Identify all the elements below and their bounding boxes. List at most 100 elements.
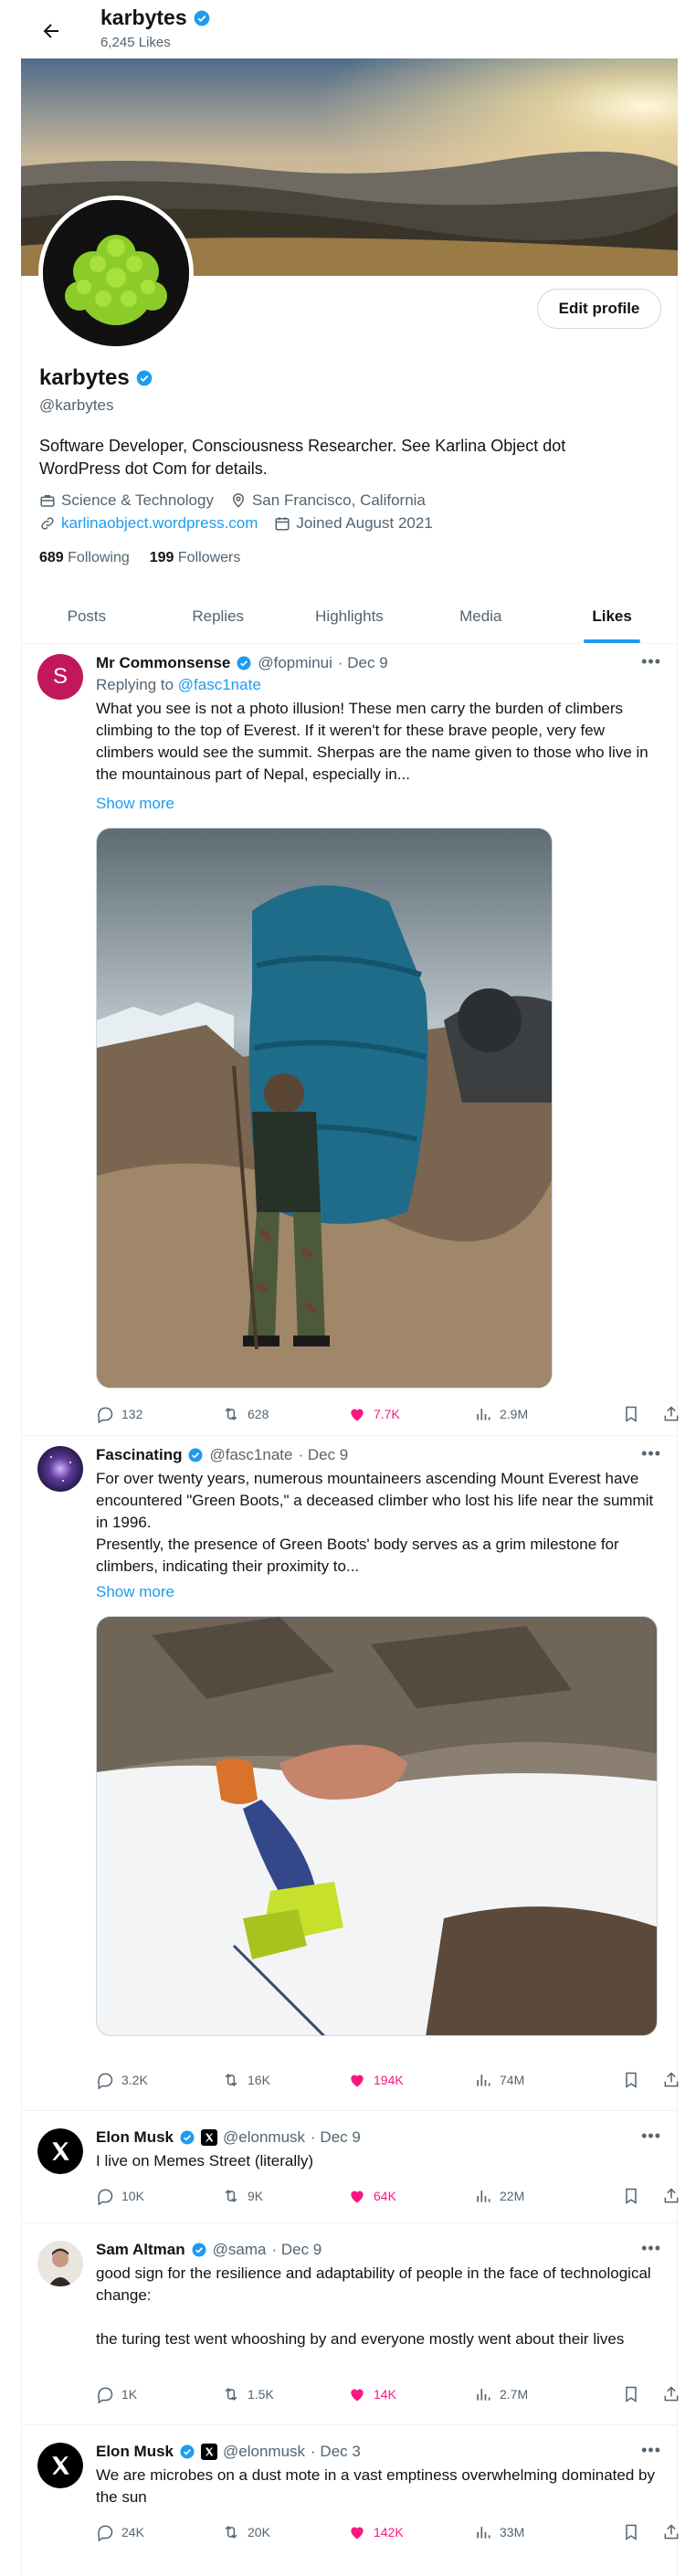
views-button[interactable]: 22M	[474, 2187, 524, 2205]
tweet-author-handle[interactable]: @fopminui	[258, 654, 332, 672]
back-button[interactable]	[35, 15, 68, 48]
tweet-image[interactable]	[96, 1616, 658, 2036]
share-button[interactable]	[662, 2385, 680, 2403]
share-button[interactable]	[662, 2187, 680, 2205]
tab-replies[interactable]: Replies	[153, 589, 284, 643]
tab-likes[interactable]: Likes	[546, 589, 678, 643]
tab-highlights[interactable]: Highlights	[284, 589, 416, 643]
verified-badge-icon	[180, 2444, 195, 2459]
bookmark-button[interactable]	[622, 2523, 640, 2541]
reply-button[interactable]: 3.2K	[96, 2071, 148, 2089]
tab-posts[interactable]: Posts	[21, 589, 153, 643]
more-options-icon[interactable]: •••	[641, 2441, 661, 2460]
views-button[interactable]: 2.7M	[474, 2385, 528, 2403]
tweet-author-name[interactable]: Elon Musk	[96, 2443, 174, 2461]
tweet-author-name[interactable]: Mr Commonsense	[96, 654, 230, 672]
reply-count: 1K	[121, 2387, 138, 2402]
x-affiliate-badge-icon	[201, 2129, 218, 2146]
repost-button[interactable]: 9K	[222, 2187, 263, 2205]
header-name: karbytes	[100, 5, 187, 29]
tweet-actions: 10K 9K 64K 22M	[96, 2187, 680, 2209]
more-options-icon[interactable]: •••	[641, 652, 661, 671]
more-options-icon[interactable]: •••	[641, 2239, 661, 2258]
share-button[interactable]	[662, 2071, 680, 2089]
tweet[interactable]: Elon Musk @elonmusk · Dec 9 ••• I live o…	[21, 2112, 680, 2223]
repost-button[interactable]: 16K	[222, 2071, 270, 2089]
tweet[interactable]: Elon Musk @elonmusk · Dec 3 ••• We are m…	[21, 2426, 680, 2576]
x-logo-icon	[37, 2443, 83, 2488]
tweet-date[interactable]: · Dec 9	[311, 2128, 361, 2147]
repost-count: 1.5K	[248, 2387, 274, 2402]
more-options-icon[interactable]: •••	[641, 1444, 661, 1463]
tweet-image[interactable]	[96, 828, 553, 1388]
bookmark-button[interactable]	[622, 2187, 640, 2205]
profile-category-text: Science & Technology	[61, 491, 214, 509]
reply-count: 132	[121, 1407, 143, 1421]
like-button[interactable]: 64K	[348, 2187, 396, 2205]
tweet-date[interactable]: · Dec 9	[271, 2241, 321, 2259]
views-button[interactable]: 2.9M	[474, 1405, 528, 1423]
share-button[interactable]	[662, 2523, 680, 2541]
following-link[interactable]: 689 Following	[39, 550, 130, 566]
profile-avatar[interactable]	[38, 195, 194, 351]
tweet-author-handle[interactable]: @fasc1nate	[209, 1446, 292, 1464]
tab-media[interactable]: Media	[415, 589, 546, 643]
profile-name-text: karbytes	[39, 365, 130, 390]
reply-button[interactable]: 132	[96, 1405, 142, 1423]
tweet-author-handle[interactable]: @elonmusk	[223, 2443, 305, 2461]
like-button[interactable]: 14K	[348, 2385, 396, 2403]
followers-count: 199	[149, 550, 174, 565]
tweet[interactable]: S Mr Commonsense @fopminui · Dec 9 ••• R…	[21, 645, 680, 1436]
like-button[interactable]: 7.7K	[348, 1405, 400, 1423]
reply-button[interactable]: 1K	[96, 2385, 137, 2403]
repost-button[interactable]: 1.5K	[222, 2385, 274, 2403]
like-count: 142K	[374, 2525, 404, 2539]
verified-badge-icon	[136, 370, 153, 386]
like-count: 194K	[374, 2073, 404, 2087]
following-label: Following	[68, 550, 130, 565]
tweet-author-name[interactable]: Fascinating	[96, 1446, 182, 1464]
more-options-icon[interactable]: •••	[641, 2127, 661, 2146]
followers-label: Followers	[177, 550, 241, 565]
tweet-avatar[interactable]: S	[37, 654, 83, 700]
repost-button[interactable]: 628	[222, 1405, 269, 1423]
tweet-author-handle[interactable]: @sama	[213, 2241, 267, 2259]
views-chart-icon	[477, 2527, 490, 2539]
profile-joined: Joined August 2021	[274, 514, 433, 533]
tweet[interactable]: Sam Altman @sama · Dec 9 ••• good sign f…	[21, 2224, 680, 2425]
share-icon	[664, 2386, 679, 2402]
reply-button[interactable]: 24K	[96, 2523, 144, 2541]
tweet-author-handle[interactable]: @elonmusk	[223, 2128, 305, 2147]
tweet-text: What you see is not a photo illusion! Th…	[96, 700, 648, 783]
reply-button[interactable]: 10K	[96, 2187, 144, 2205]
followers-link[interactable]: 199 Followers	[150, 550, 241, 566]
tweet-date[interactable]: · Dec 9	[338, 654, 388, 672]
profile-category: Science & Technology	[39, 491, 214, 510]
views-chart-icon	[477, 2389, 490, 2401]
edit-profile-button[interactable]: Edit profile	[537, 289, 661, 329]
share-button[interactable]	[662, 1405, 680, 1423]
tweet-author-name[interactable]: Sam Altman	[96, 2241, 185, 2259]
repost-button[interactable]: 20K	[222, 2523, 270, 2541]
tweet-avatar[interactable]	[37, 2443, 83, 2488]
like-button[interactable]: 142K	[348, 2523, 404, 2541]
tweet-avatar[interactable]	[37, 1446, 83, 1492]
tweet-avatar[interactable]	[37, 2128, 83, 2174]
bookmark-button[interactable]	[622, 2071, 640, 2089]
bookmark-button[interactable]	[622, 2385, 640, 2403]
tweet[interactable]: Fascinating @fasc1nate · Dec 9 ••• For o…	[21, 1437, 680, 2111]
bookmark-icon	[626, 1406, 637, 1422]
views-button[interactable]: 74M	[474, 2071, 524, 2089]
tweet-author-name[interactable]: Elon Musk	[96, 2128, 174, 2147]
replying-to-handle[interactable]: @fasc1nate	[178, 676, 261, 693]
tweet-avatar[interactable]	[37, 2241, 83, 2286]
tweet-date[interactable]: · Dec 3	[311, 2443, 361, 2461]
profile-website[interactable]: karlinaobject.wordpress.com	[39, 514, 258, 533]
show-more-link[interactable]: Show more	[96, 795, 174, 813]
show-more-link[interactable]: Show more	[96, 1583, 174, 1601]
views-button[interactable]: 33M	[474, 2523, 524, 2541]
like-button[interactable]: 194K	[348, 2071, 404, 2089]
profile-website-link[interactable]: karlinaobject.wordpress.com	[61, 514, 258, 533]
tweet-date[interactable]: · Dec 9	[298, 1446, 348, 1464]
bookmark-button[interactable]	[622, 1405, 640, 1423]
